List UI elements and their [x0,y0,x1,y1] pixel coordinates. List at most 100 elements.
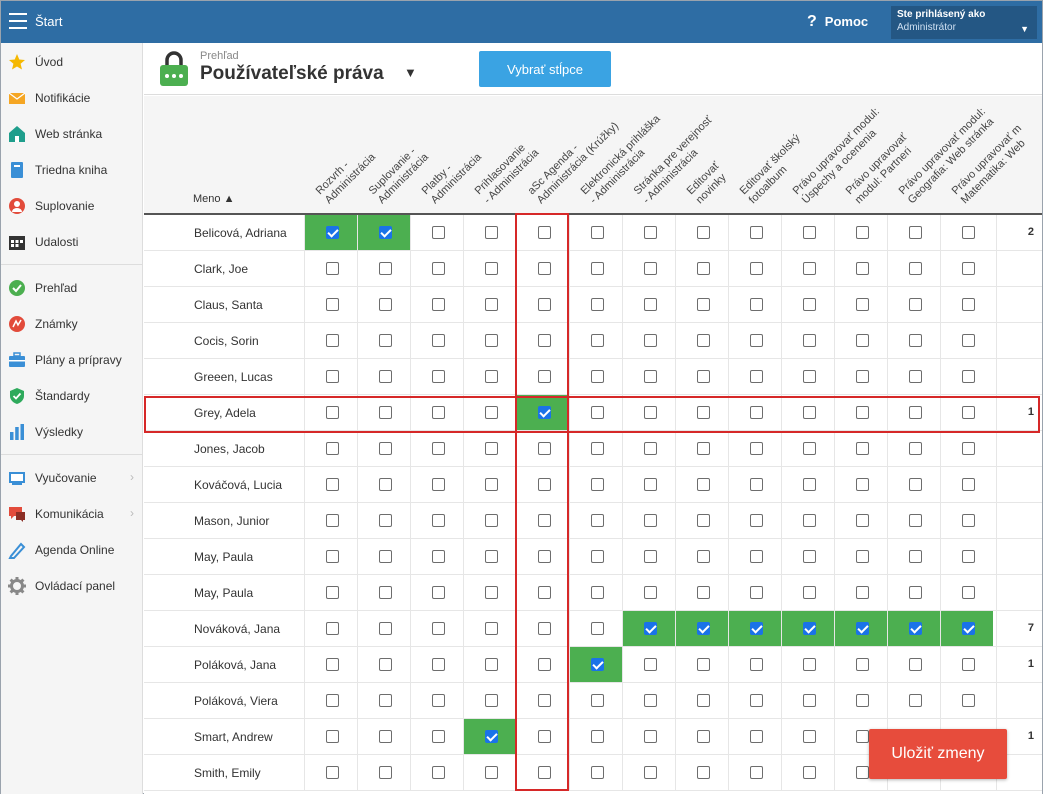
save-changes-button[interactable]: Uložiť zmeny [869,729,1007,779]
sidebar-item-ovladaci-panel[interactable]: Ovládací panel [1,568,142,604]
permission-checkbox[interactable] [379,514,392,527]
permission-checkbox[interactable] [379,550,392,563]
permission-checkbox[interactable] [538,766,551,779]
permission-checkbox[interactable] [538,262,551,275]
permission-checkbox[interactable] [856,262,869,275]
permission-checkbox[interactable] [538,406,551,419]
permission-checkbox[interactable] [909,586,922,599]
permission-checkbox[interactable] [697,586,710,599]
title-dropdown-icon[interactable]: ▼ [404,65,417,80]
permission-checkbox[interactable] [909,406,922,419]
permission-checkbox[interactable] [962,298,975,311]
permission-checkbox[interactable] [962,406,975,419]
permission-checkbox[interactable] [485,442,498,455]
permission-checkbox[interactable] [909,442,922,455]
permission-checkbox[interactable] [644,658,657,671]
permission-checkbox[interactable] [538,550,551,563]
column-header[interactable]: Editovať novinky [675,96,729,213]
permission-checkbox[interactable] [326,658,339,671]
permission-checkbox[interactable] [432,478,445,491]
column-header[interactable]: Suplovanie - Administrácia [357,96,431,213]
permission-checkbox[interactable] [591,586,604,599]
sidebar-item-plany-a-pripravy[interactable]: Plány a prípravy [1,342,142,378]
permission-checkbox[interactable] [644,622,657,635]
permission-checkbox[interactable] [326,298,339,311]
permission-checkbox[interactable] [856,442,869,455]
column-header[interactable]: Platby - Administrácia [410,96,484,213]
permission-checkbox[interactable] [697,694,710,707]
permission-checkbox[interactable] [909,226,922,239]
permission-checkbox[interactable] [856,226,869,239]
permission-checkbox[interactable] [856,298,869,311]
permission-checkbox[interactable] [856,514,869,527]
permission-checkbox[interactable] [432,658,445,671]
permission-checkbox[interactable] [591,478,604,491]
permission-checkbox[interactable] [856,658,869,671]
permission-checkbox[interactable] [697,766,710,779]
permission-checkbox[interactable] [803,370,816,383]
permission-checkbox[interactable] [326,514,339,527]
permission-checkbox[interactable] [909,298,922,311]
permission-checkbox[interactable] [856,550,869,563]
permission-checkbox[interactable] [432,622,445,635]
permission-checkbox[interactable] [538,226,551,239]
permission-checkbox[interactable] [432,550,445,563]
permission-checkbox[interactable] [485,478,498,491]
permission-checkbox[interactable] [909,370,922,383]
permission-checkbox[interactable] [644,694,657,707]
select-columns-button[interactable]: Vybrať stĺpce [479,51,611,87]
permission-checkbox[interactable] [591,730,604,743]
permission-checkbox[interactable] [326,334,339,347]
permission-checkbox[interactable] [379,334,392,347]
permission-checkbox[interactable] [909,514,922,527]
permission-checkbox[interactable] [750,442,763,455]
permission-checkbox[interactable] [326,694,339,707]
permission-checkbox[interactable] [591,406,604,419]
permission-checkbox[interactable] [485,406,498,419]
sidebar-item-znamky[interactable]: Známky [1,306,142,342]
permission-checkbox[interactable] [379,442,392,455]
permission-checkbox[interactable] [379,730,392,743]
permission-checkbox[interactable] [962,514,975,527]
permission-checkbox[interactable] [538,622,551,635]
permission-checkbox[interactable] [538,478,551,491]
sidebar-item-agenda-online[interactable]: Agenda Online [1,532,142,568]
permission-checkbox[interactable] [538,442,551,455]
permission-checkbox[interactable] [644,766,657,779]
column-header[interactable]: Stránka pre verejnosť - Administrácia [622,96,715,213]
permission-checkbox[interactable] [326,586,339,599]
permission-checkbox[interactable] [803,262,816,275]
permission-checkbox[interactable] [485,658,498,671]
sidebar-item-prehlad[interactable]: Prehľad [1,270,142,306]
permission-checkbox[interactable] [962,622,975,635]
permission-checkbox[interactable] [644,262,657,275]
permission-checkbox[interactable] [485,298,498,311]
permission-checkbox[interactable] [750,658,763,671]
permission-checkbox[interactable] [591,766,604,779]
column-header[interactable]: Právo upravovať m Matematika: Web [940,96,1028,213]
permission-checkbox[interactable] [750,622,763,635]
permission-checkbox[interactable] [379,298,392,311]
permission-checkbox[interactable] [432,262,445,275]
permission-checkbox[interactable] [379,658,392,671]
permission-checkbox[interactable] [803,694,816,707]
permission-checkbox[interactable] [962,478,975,491]
permission-checkbox[interactable] [962,550,975,563]
permission-checkbox[interactable] [432,730,445,743]
permission-checkbox[interactable] [750,262,763,275]
sidebar-item-notifikacie[interactable]: Notifikácie [1,80,142,116]
permission-checkbox[interactable] [485,766,498,779]
permission-checkbox[interactable] [909,694,922,707]
permission-checkbox[interactable] [644,334,657,347]
help-button[interactable]: ? Pomoc [807,13,868,31]
permission-checkbox[interactable] [432,586,445,599]
permission-checkbox[interactable] [962,694,975,707]
permission-checkbox[interactable] [750,694,763,707]
permission-checkbox[interactable] [750,586,763,599]
column-header[interactable]: Rozvrh - Administrácia [304,96,378,213]
permission-checkbox[interactable] [379,370,392,383]
permission-checkbox[interactable] [803,730,816,743]
permission-checkbox[interactable] [644,550,657,563]
permission-checkbox[interactable] [326,370,339,383]
permission-checkbox[interactable] [485,370,498,383]
